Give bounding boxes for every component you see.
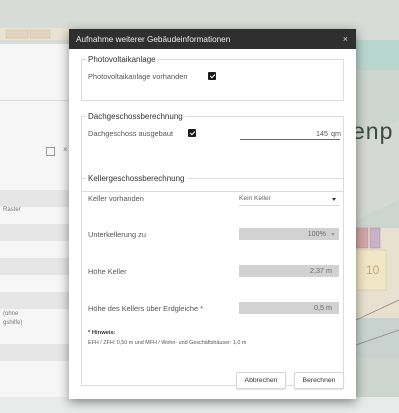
section-legend: Kellergeschossberechnung xyxy=(88,174,185,183)
hoehe-keller-value: 2,37 xyxy=(310,266,324,275)
dachgeschoss-checkbox[interactable] xyxy=(188,129,196,137)
dachgeschoss-area-input[interactable]: 145 xyxy=(240,129,340,140)
dachgeschoss-label: Dachgeschoss ausgebaut xyxy=(88,129,174,138)
cancel-button[interactable]: Abbrechen xyxy=(236,372,286,389)
hoehe-erdgleiche-value: 0,5 xyxy=(314,303,324,312)
section-legend: Photovoltaikanlage xyxy=(88,55,156,64)
kellergeschoss-section: Kellergeschossberechnung Keller vorhande… xyxy=(81,174,344,386)
building-info-dialog: Aufnahme weiterer Gebäudeinformationen ×… xyxy=(69,29,356,399)
hint-title: * Hinweis: xyxy=(88,330,116,336)
map-street-label: enp xyxy=(352,118,394,144)
bottom-bar xyxy=(0,397,399,413)
close-icon[interactable]: × xyxy=(63,145,68,154)
unterkellerung-value: 100% xyxy=(307,229,326,238)
close-icon[interactable]: × xyxy=(343,34,348,44)
section-legend: Dachgeschossberechnung xyxy=(88,112,183,121)
unterkellerung-label: Unterkellerung zu xyxy=(88,230,146,239)
hoehe-erdgleiche-label: Höhe des Kellers über Erdgleiche * xyxy=(88,304,204,313)
hoehe-keller-label: Höhe Keller xyxy=(88,267,127,276)
side-panel-text: (ohne xyxy=(3,311,19,317)
hoehe-keller-input[interactable]: 2,37 m xyxy=(239,265,339,277)
calculate-button[interactable]: Berechnen xyxy=(294,372,344,389)
photovoltaik-checkbox[interactable] xyxy=(208,72,216,80)
dachgeschoss-area-value: 145 xyxy=(316,129,328,138)
window-icon[interactable] xyxy=(46,147,55,156)
chevron-down-icon xyxy=(332,198,336,201)
dialog-header: Aufnahme weiterer Gebäudeinformationen × xyxy=(69,29,356,49)
photovoltaik-section: Photovoltaikanlage Photovoltaikanlage vo… xyxy=(81,55,344,101)
keller-vorhanden-label: Keller vorhanden xyxy=(88,194,144,203)
keller-vorhanden-select[interactable]: Kein Keller xyxy=(239,195,339,206)
hoehe-keller-unit: m xyxy=(326,266,332,275)
photovoltaik-label: Photovoltaikanlage vorhanden xyxy=(88,72,188,81)
dialog-title: Aufnahme weiterer Gebäudeinformationen xyxy=(76,34,231,44)
unterkellerung-select[interactable]: 100% xyxy=(239,228,339,240)
dachgeschoss-unit: qm xyxy=(331,129,341,138)
hint-text: EFH / ZFH: 0,50 m und MFH / Wohn- und Ge… xyxy=(88,340,247,346)
keller-vorhanden-value: Kein Keller xyxy=(239,195,271,202)
hoehe-erdgleiche-unit: m xyxy=(326,303,332,312)
side-panel-text: gshilfe) xyxy=(3,320,23,326)
hoehe-erdgleiche-input[interactable]: 0,5 m xyxy=(239,302,339,314)
side-panel-text: Raster xyxy=(3,207,21,213)
map-parcel-number: 10 xyxy=(366,263,380,277)
chevron-down-icon xyxy=(331,233,335,236)
